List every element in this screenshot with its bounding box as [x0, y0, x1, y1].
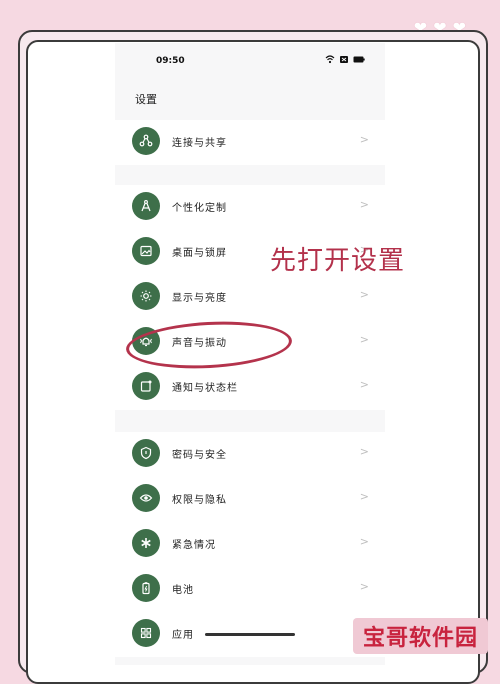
- sun-icon: [132, 282, 160, 310]
- picture-icon: [132, 237, 160, 265]
- status-icons: [325, 55, 365, 64]
- chevron-right-icon: >: [359, 198, 369, 211]
- eye-icon: [132, 484, 160, 512]
- settings-item-emergency[interactable]: 紧急情况 >: [115, 522, 385, 567]
- watermark-logo: 宝哥软件园: [353, 618, 488, 654]
- settings-item-label: 通知与状态栏: [172, 383, 238, 394]
- instruction-annotation: 先打开设置: [270, 246, 406, 276]
- settings-item-label: 桌面与锁屏: [172, 248, 227, 259]
- emergency-icon: [132, 529, 160, 557]
- page-title: 设置: [135, 93, 157, 106]
- settings-item-label: 权限与隐私: [172, 495, 227, 506]
- apps-grid-icon: [132, 619, 160, 647]
- settings-item-label: 显示与亮度: [172, 293, 227, 304]
- notification-icon: [132, 372, 160, 400]
- chevron-right-icon: >: [359, 133, 369, 146]
- chevron-right-icon: >: [359, 333, 369, 346]
- wifi-icon: [325, 55, 335, 64]
- chevron-right-icon: >: [359, 445, 369, 458]
- settings-item-label: 连接与共享: [172, 138, 227, 149]
- settings-group-connection: 连接与共享 >: [115, 120, 385, 165]
- settings-item-label: 个性化定制: [172, 203, 227, 214]
- sim-icon: [340, 56, 348, 63]
- settings-item-battery[interactable]: 电池 >: [115, 567, 385, 612]
- battery-icon: [132, 574, 160, 602]
- settings-item-label: 密码与安全: [172, 450, 227, 461]
- chevron-right-icon: >: [359, 535, 369, 548]
- chevron-right-icon: >: [359, 288, 369, 301]
- battery-status-icon: [353, 56, 365, 63]
- chevron-right-icon: >: [359, 378, 369, 391]
- home-indicator[interactable]: [205, 633, 295, 636]
- settings-item-display-brightness[interactable]: 显示与亮度 >: [115, 275, 385, 320]
- settings-group-security: 密码与安全 > 权限与隐私 > 紧急情况 > 电池 > 应用: [115, 432, 385, 657]
- chevron-right-icon: >: [359, 580, 369, 593]
- settings-item-connection-sharing[interactable]: 连接与共享 >: [115, 120, 385, 165]
- settings-group-personalization: 个性化定制 > 桌面与锁屏 > 显示与亮度 > 声音与振动 > 通知与状态栏 >: [115, 185, 385, 410]
- settings-item-permissions-privacy[interactable]: 权限与隐私 >: [115, 477, 385, 522]
- status-time: 09:50: [156, 56, 185, 66]
- settings-item-notification-statusbar[interactable]: 通知与状态栏 >: [115, 365, 385, 410]
- settings-item-personalization[interactable]: 个性化定制 >: [115, 185, 385, 230]
- shield-icon: [132, 439, 160, 467]
- settings-item-label: 应用: [172, 630, 194, 641]
- chevron-right-icon: >: [359, 490, 369, 503]
- settings-item-password-security[interactable]: 密码与安全 >: [115, 432, 385, 477]
- status-bar: 09:50: [115, 54, 385, 70]
- link-share-icon: [132, 127, 160, 155]
- settings-item-label: 紧急情况: [172, 540, 216, 551]
- compass-icon: [132, 192, 160, 220]
- settings-item-label: 电池: [172, 585, 194, 596]
